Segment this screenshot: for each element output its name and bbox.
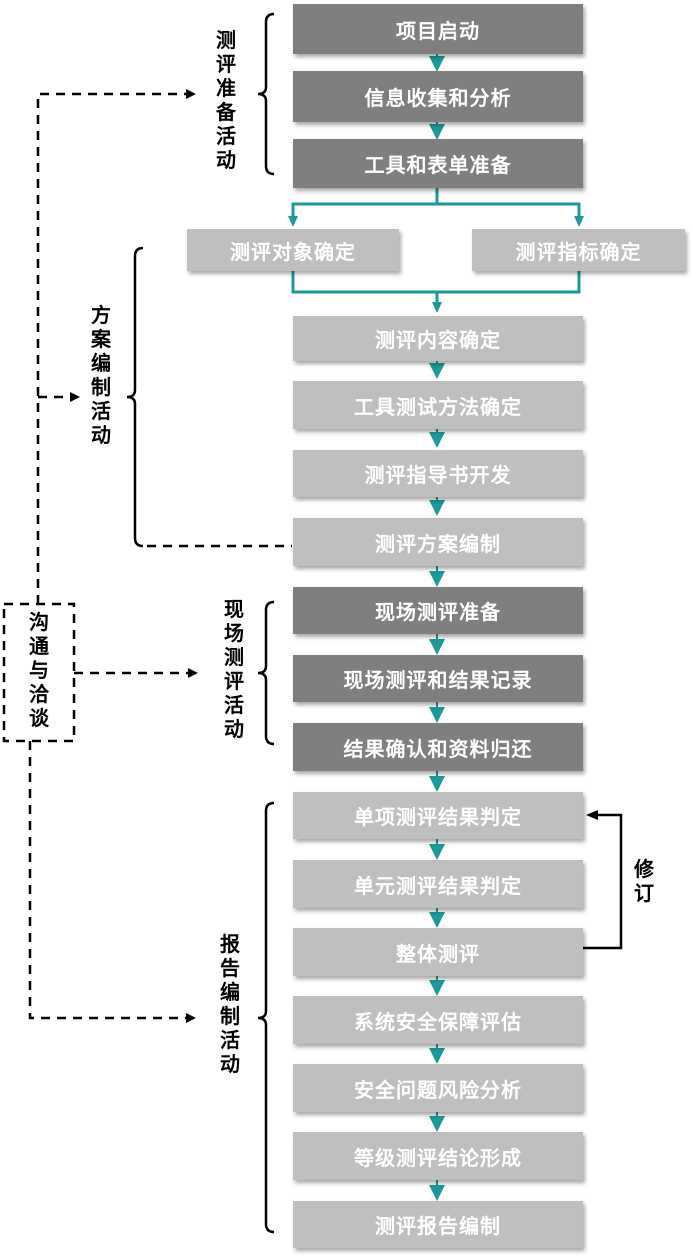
step-field-prep: 现场测评准备 (293, 587, 583, 634)
revision-label: 修订 (634, 857, 654, 905)
communication-label: 沟通与洽谈 (29, 610, 49, 730)
stage-label-prep: 测评准备活动 (216, 28, 236, 172)
step-field-record: 现场测评和结果记录 (293, 655, 583, 702)
step-single-judge: 单项测评结果判定 (293, 792, 583, 839)
flowchart: 测评准备活动 方案编制活动 现场测评活动 报告编制活动 沟通与洽谈 修订 项目启… (0, 0, 692, 1256)
step-unit-judge: 单元测评结果判定 (293, 860, 583, 908)
step-result-confirm: 结果确认和资料归还 (293, 723, 583, 771)
stage-label-report: 报告编制活动 (220, 932, 240, 1076)
revision-loop (583, 813, 623, 950)
step-content-confirm: 测评内容确定 (293, 316, 583, 361)
stage-brackets (126, 12, 275, 1234)
step-guide-dev: 测评指导书开发 (293, 450, 583, 497)
step-indicator-confirm: 测评指标确定 (472, 229, 685, 271)
step-target-confirm: 测评对象确定 (187, 229, 399, 271)
step-overall-eval: 整体测评 (293, 928, 583, 976)
step-plan-compile: 测评方案编制 (293, 518, 583, 566)
stage-label-plan: 方案编制活动 (91, 303, 111, 447)
step-conclusion: 等级测评结论形成 (293, 1132, 583, 1180)
step-tool-form-prep: 工具和表单准备 (293, 139, 583, 188)
step-risk-analysis: 安全问题风险分析 (293, 1064, 583, 1112)
stage-label-field: 现场测评活动 (224, 597, 244, 741)
step-project-start: 项目启动 (293, 4, 583, 54)
step-info-collection: 信息收集和分析 (293, 71, 583, 122)
step-security-assess: 系统安全保障评估 (293, 996, 583, 1044)
step-method-confirm: 工具测试方法确定 (293, 381, 583, 429)
step-report-compile: 测评报告编制 (293, 1201, 583, 1248)
